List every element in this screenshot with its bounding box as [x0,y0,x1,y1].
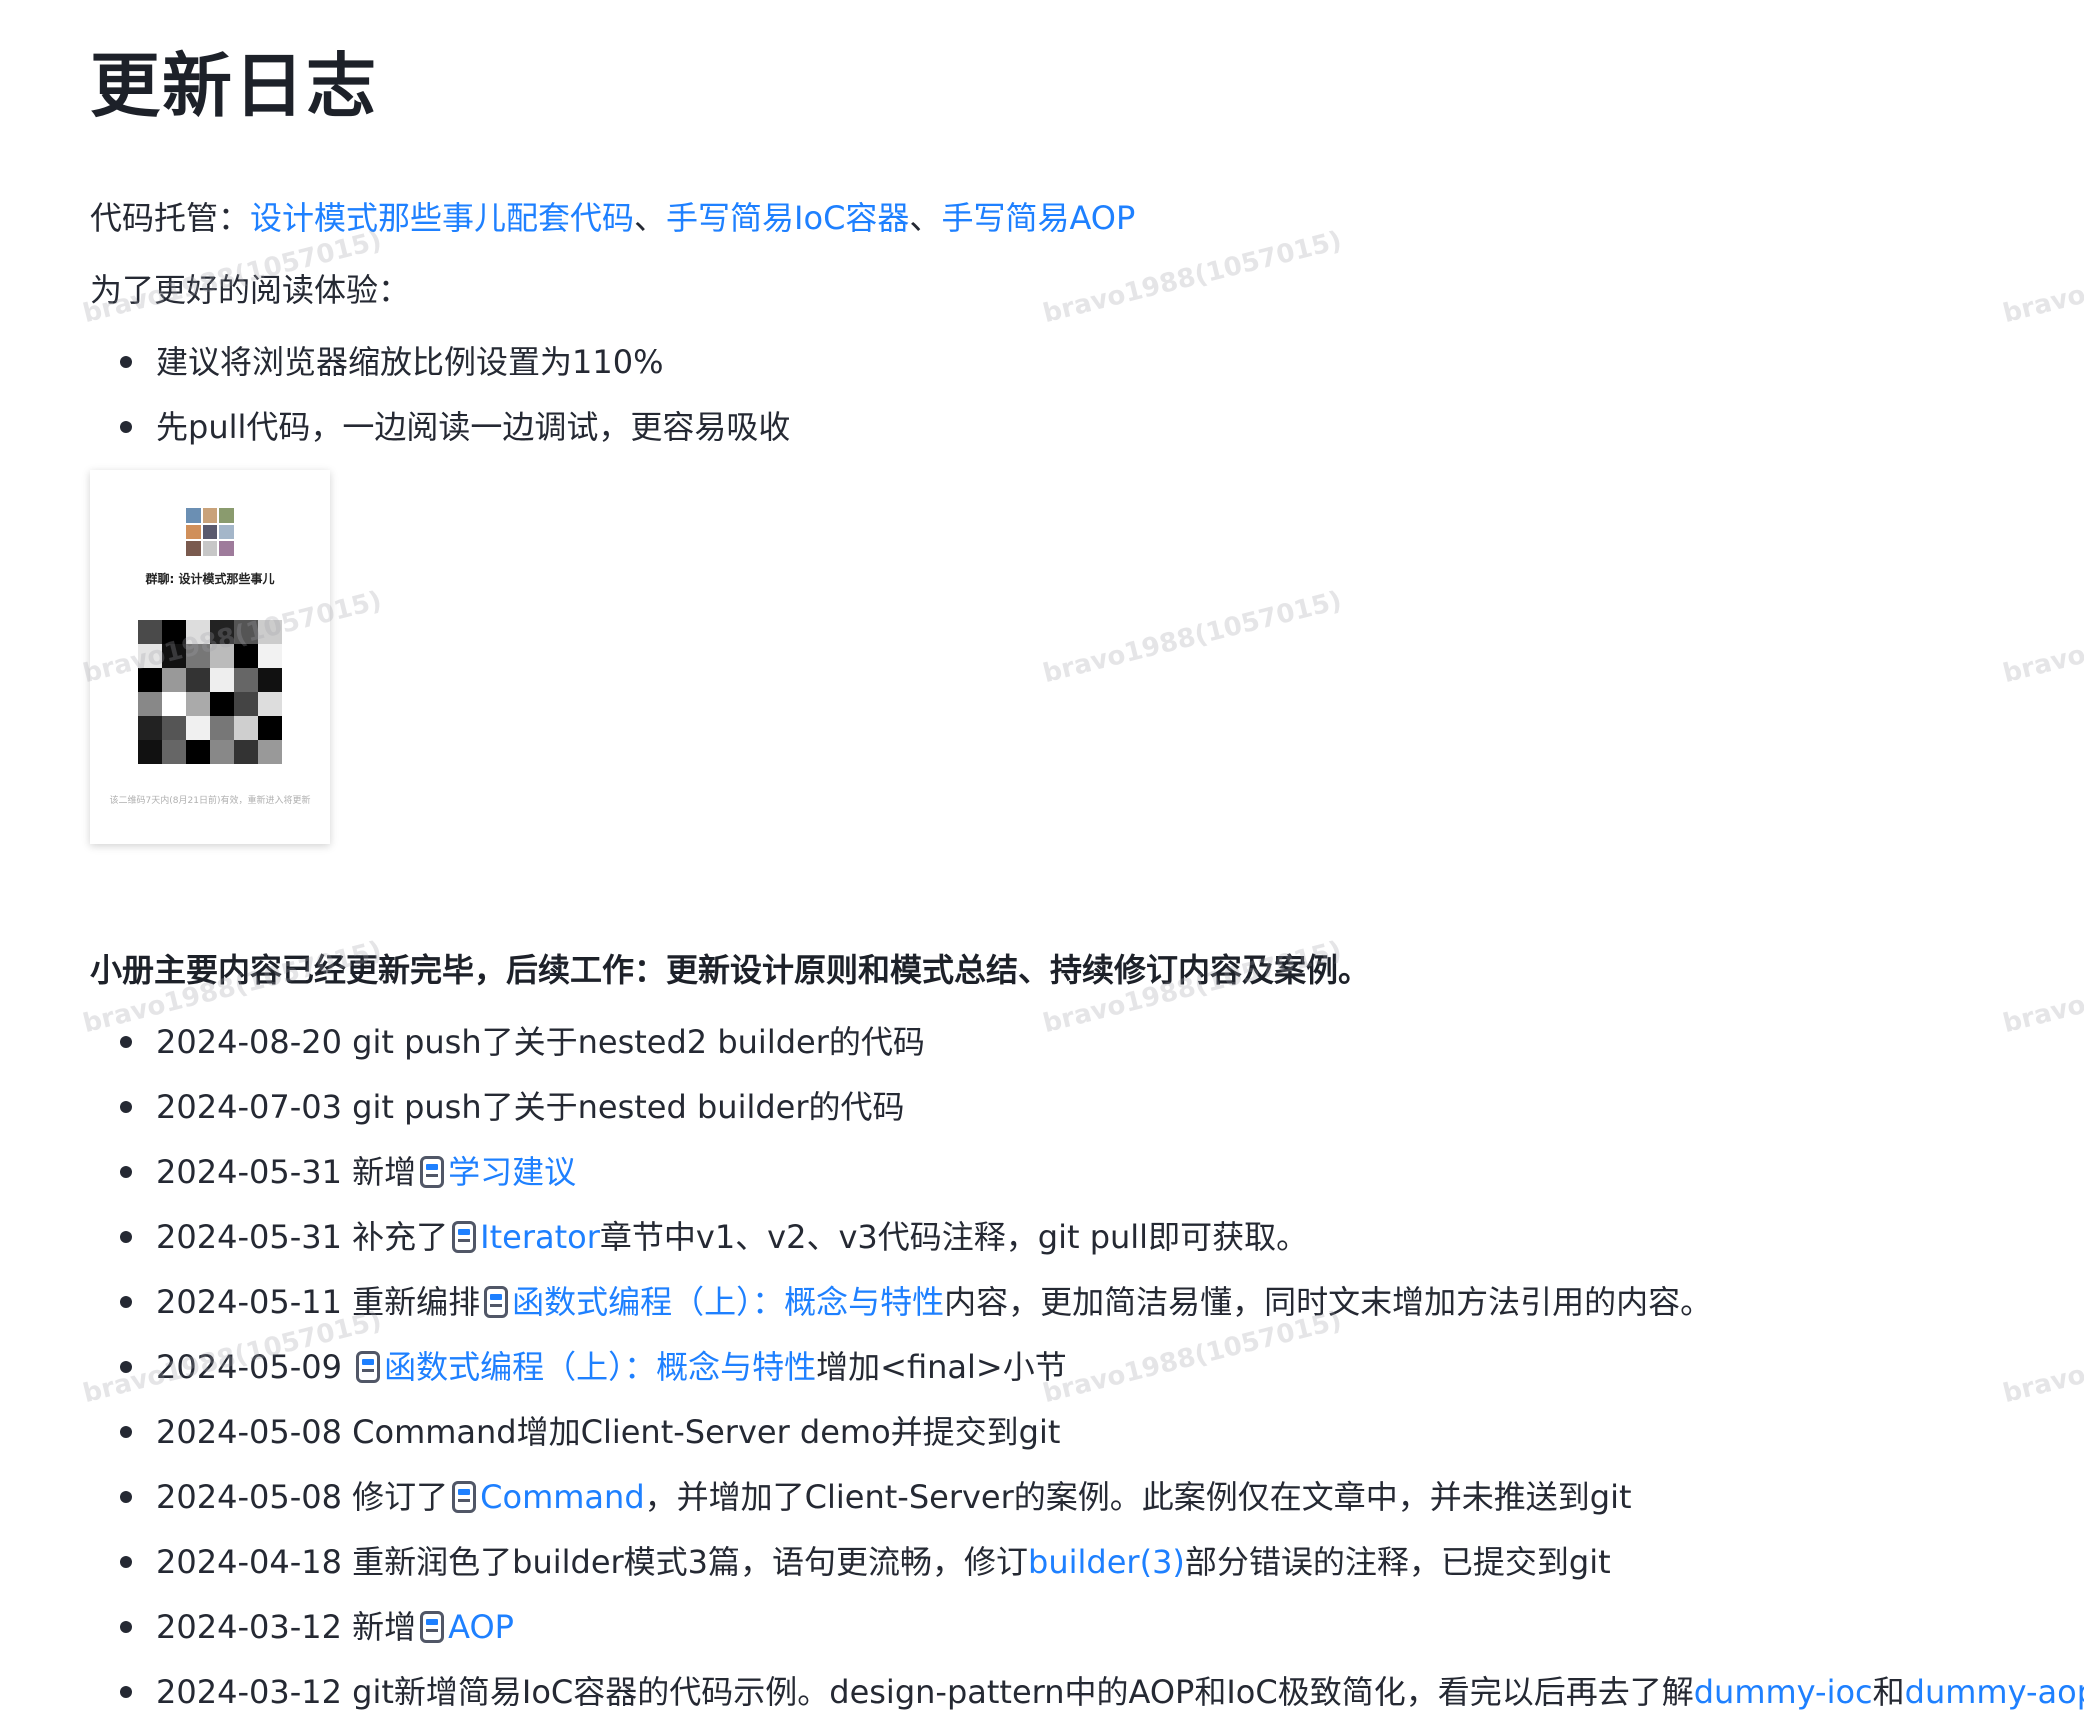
item-text: 2024-03-12 新增 [156,1608,417,1646]
item-text: 章节中v1、v2、v3代码注释，git pull即可获取。 [599,1218,1309,1256]
document-icon [356,1351,381,1383]
link-study-advice[interactable]: 学习建议 [448,1153,576,1191]
changelog-item: 2024-04-18 重新润色了builder模式3篇，语句更流畅，修订buil… [120,1540,2084,1605]
item-text: 2024-03-12 git新增简易IoC容器的代码示例。design-patt… [156,1673,1694,1711]
hosting-line: 代码托管：设计模式那些事儿配套代码、手写简易IoC容器、手写简易AOP [90,196,1135,240]
changelog-item: 2024-03-12 新增 AOP [120,1605,2084,1670]
changelog-item: 2024-05-31 补充了 Iterator章节中v1、v2、v3代码注释，gi… [120,1215,2084,1280]
reading-tips-list: 建议将浏览器缩放比例设置为110% 先pull代码，一边阅读一边调试，更容易吸收 [120,340,790,470]
item-text: 2024-08-20 git push了关于nested2 builder的代码 [156,1023,925,1061]
item-text: 2024-04-18 重新润色了builder模式3篇，语句更流畅，修订 [156,1543,1029,1581]
item-text: 增加<final>小节 [816,1348,1067,1386]
link-functional-programming[interactable]: 函数式编程（上）：概念与特性 [512,1283,944,1321]
link-dummy-aop[interactable]: dummy-aop [1905,1673,2084,1711]
reading-intro: 为了更好的阅读体验： [90,271,411,309]
item-text: 2024-05-08 修订了 [156,1478,449,1516]
item-text: ，并增加了Client-Server的案例。此案例仅在文章中，并未推送到git [644,1478,1632,1516]
item-text: 2024-05-09 [156,1348,353,1386]
link-functional-programming[interactable]: 函数式编程（上）：概念与特性 [384,1348,816,1386]
document-icon [452,1481,477,1513]
summary: 小册主要内容已经更新完毕，后续工作：更新设计原则和模式总结、持续修订内容及案例。 [90,951,1371,989]
watermark: bravo1988(1057015) [2000,225,2084,330]
document-icon [452,1221,477,1253]
watermark: bravo1988(1057015) [1040,225,1345,330]
item-text: 2024-07-03 git push了关于nested builder的代码 [156,1088,905,1126]
document-icon [484,1286,509,1318]
link-iterator[interactable]: Iterator [480,1218,600,1256]
link-command[interactable]: Command [480,1478,644,1516]
list-item: 建议将浏览器缩放比例设置为110% [120,340,790,405]
item-text: 和 [1872,1673,1905,1711]
hosting-prefix: 代码托管： [90,199,251,237]
link-dummy-ioc[interactable]: dummy-ioc [1694,1673,1873,1711]
page-title: 更新日志 [90,45,378,127]
link-aop-article[interactable]: AOP [448,1608,514,1646]
changelog-item: 2024-05-08 Command增加Client-Server demo并提… [120,1410,2084,1475]
changelog-list: 2024-08-20 git push了关于nested2 builder的代码… [120,1020,2084,1735]
item-text: 内容，更加简洁易懂，同时文末增加方法引用的内容。 [944,1283,1713,1321]
qr-note: 该二维码7天内(8月21日前)有效，重新进入将更新 [109,796,311,806]
group-name: 群聊: 设计模式那些事儿 [145,572,275,586]
link-aop[interactable]: 手写简易AOP [941,199,1135,237]
changelog-item: 2024-07-03 git push了关于nested builder的代码 [120,1085,2084,1150]
qr-code-card: 群聊: 设计模式那些事儿 该二维码7天内(8月21日前)有效，重新进入将更新 [90,470,330,844]
watermark: bravo1988(1057015) [1040,585,1345,690]
link-builder-3[interactable]: builder(3) [1028,1543,1185,1581]
group-avatar [186,508,234,556]
watermark: bravo1988(1057015) [2000,585,2084,690]
changelog-item: 2024-05-08 修订了 Command，并增加了Client-Server的… [120,1475,2084,1540]
changelog-item: 2024-05-11 重新编排 函数式编程（上）：概念与特性内容，更加简洁易懂，同… [120,1280,2084,1345]
list-item: 先pull代码，一边阅读一边调试，更容易吸收 [120,405,790,470]
changelog-item: 2024-05-09 函数式编程（上）：概念与特性增加<final>小节 [120,1345,2084,1410]
link-ioc-container[interactable]: 手写简易IoC容器 [666,199,909,237]
qr-code [138,620,282,764]
document-icon [420,1156,445,1188]
item-text: 2024-05-08 Command增加Client-Server demo并提… [156,1413,1061,1451]
item-text: 2024-05-31 补充了 [156,1218,449,1256]
changelog-item: 2024-08-20 git push了关于nested2 builder的代码 [120,1020,2084,1085]
item-text: 部分错误的注释，已提交到git [1184,1543,1611,1581]
separator: 、 [909,199,942,237]
link-design-pattern-code[interactable]: 设计模式那些事儿配套代码 [250,199,634,237]
changelog-item: 2024-05-31 新增 学习建议 [120,1150,2084,1215]
item-text: 2024-05-11 重新编排 [156,1283,481,1321]
item-text: 2024-05-31 新增 [156,1153,417,1191]
separator: 、 [634,199,667,237]
changelog-item: 2024-03-12 git新增简易IoC容器的代码示例。design-patt… [120,1670,2084,1735]
document-icon [420,1611,445,1643]
